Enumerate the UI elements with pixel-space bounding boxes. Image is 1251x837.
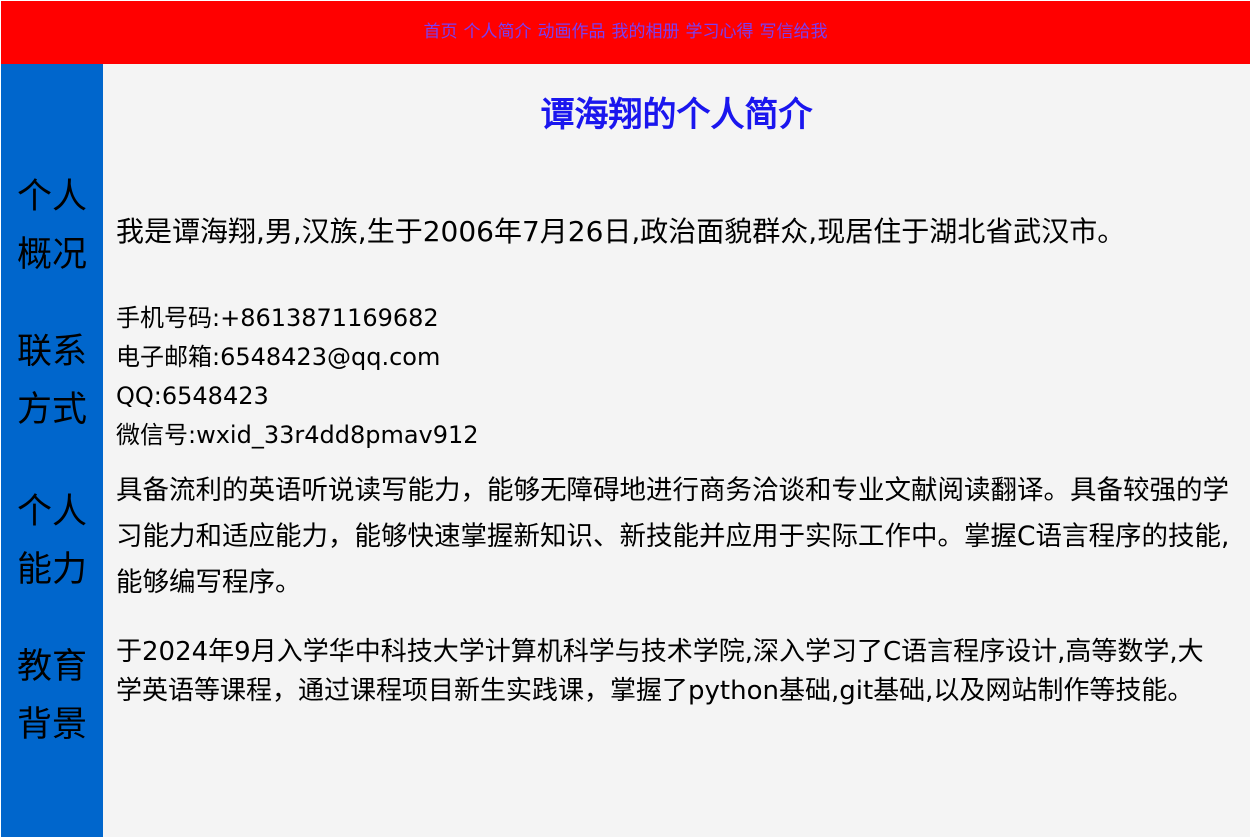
section-label-ability-line1: 个人 xyxy=(16,492,87,532)
ability-text: 具备流利的英语听说读写能力，能够无障碍地进行商务洽谈和专业文献阅读翻译。具备较强… xyxy=(116,475,1230,598)
contact-details: 手机号码:+8613871169682 电子邮箱:6548423@qq.com … xyxy=(116,299,1244,455)
section-label-education: 教育 背景 xyxy=(1,638,103,754)
top-navigation-bar: 首页 个人简介 动画作品 我的相册 学习心得 写信给我 xyxy=(1,1,1250,64)
overview-text: 我是谭海翔,男,汉族,生于2006年7月26日,政治面貌群众,现居住于湖北省武汉… xyxy=(116,215,1126,248)
section-label-contact-line2: 方式 xyxy=(16,390,87,430)
section-label-overview-line1: 个人 xyxy=(16,177,87,217)
contact-phone: 手机号码:+8613871169682 xyxy=(116,304,439,332)
page-title: 谭海翔的个人简介 xyxy=(540,95,813,135)
section-label-ability-line2: 能力 xyxy=(16,550,87,590)
nav-link-profile[interactable]: 个人简介 xyxy=(464,22,532,42)
section-label-contact: 联系 方式 xyxy=(1,323,103,439)
contact-qq: QQ:6548423 xyxy=(116,382,269,410)
nav-link-study-notes[interactable]: 学习心得 xyxy=(686,22,754,42)
education-text: 于2024年9月入学华中科技大学计算机科学与技术学院,深入学习了C语言程序设计,… xyxy=(116,637,1204,706)
contact-wechat: 微信号:wxid_33r4dd8pmav912 xyxy=(116,421,479,449)
section-label-education-line2: 背景 xyxy=(16,705,87,745)
section-label-education-line1: 教育 xyxy=(16,647,87,687)
section-label-overview-line2: 概况 xyxy=(16,235,87,275)
section-label-contact-line1: 联系 xyxy=(16,332,87,372)
nav-links: 首页 个人简介 动画作品 我的相册 学习心得 写信给我 xyxy=(424,22,828,42)
section-label-overview: 个人 概况 xyxy=(1,168,103,284)
contact-email: 电子邮箱:6548423@qq.com xyxy=(116,343,441,371)
nav-link-home[interactable]: 首页 xyxy=(424,22,458,42)
nav-link-animation[interactable]: 动画作品 xyxy=(538,22,606,42)
nav-link-contact-me[interactable]: 写信给我 xyxy=(760,22,828,42)
page-frame: 首页 个人简介 动画作品 我的相册 学习心得 写信给我 谭海翔的个人简介 个人 … xyxy=(1,1,1250,837)
nav-link-album[interactable]: 我的相册 xyxy=(612,22,680,42)
section-label-ability: 个人 能力 xyxy=(1,483,103,599)
